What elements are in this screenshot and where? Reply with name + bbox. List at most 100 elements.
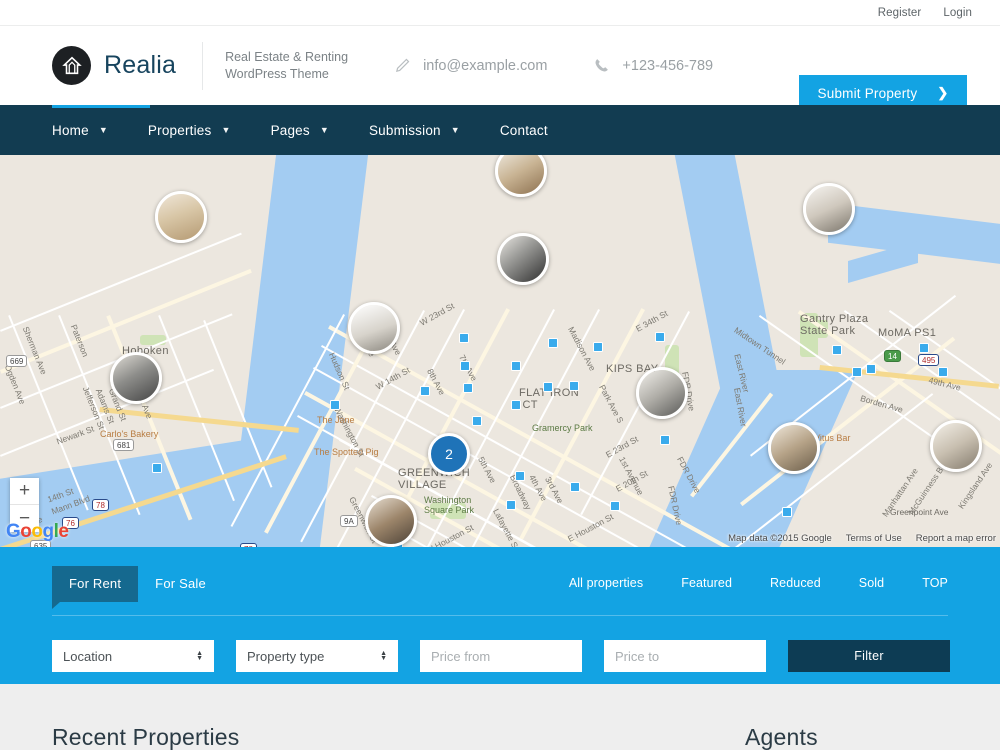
- transit-icon: [832, 345, 842, 355]
- link-top[interactable]: TOP: [922, 576, 948, 590]
- transit-icon: [610, 501, 620, 511]
- tagline-line-2: WordPress Theme: [225, 66, 329, 81]
- transit-icon: [569, 381, 579, 391]
- property-marker-lic[interactable]: [803, 183, 855, 235]
- register-link[interactable]: Register: [878, 7, 922, 19]
- route-shield-interstate: 495: [918, 354, 940, 366]
- transit-icon: [330, 400, 340, 410]
- map-cluster-marker[interactable]: 2: [428, 433, 470, 475]
- content-section-peek: Recent Properties Agents: [0, 684, 1000, 750]
- site-tagline: Real Estate & Renting WordPress Theme: [225, 49, 348, 83]
- brand-name: Realia: [104, 51, 177, 79]
- property-type-select-value: Property type: [247, 648, 325, 664]
- nav-item-properties-label: Properties: [147, 122, 212, 138]
- pencil-icon: [394, 57, 411, 74]
- main-navigation: Home ▼ Properties ▼ Pages ▼ Submission ▼…: [0, 105, 1000, 155]
- google-logo: Google: [6, 521, 69, 542]
- property-marker-williamsburg[interactable]: [768, 422, 820, 474]
- location-select-value: Location: [63, 648, 113, 664]
- map-label-gantry-plaza: Gantry Plaza State Park: [800, 313, 869, 337]
- transit-icon: [511, 400, 521, 410]
- map-poi-carlos-bakery: Carlo's Bakery: [100, 429, 159, 439]
- map-cluster-count: 2: [445, 446, 453, 462]
- tagline-line-1: Real Estate & Renting: [225, 49, 349, 64]
- property-map[interactable]: Hoboken KIPS BAY GREENWICHVILLAGE SOHO T…: [0, 155, 1000, 547]
- nav-item-properties[interactable]: Properties ▼: [148, 123, 231, 138]
- chevron-down-icon: ▼: [98, 125, 108, 135]
- transit-icon: [543, 382, 553, 392]
- tab-for-sale[interactable]: For Sale: [138, 566, 223, 602]
- transit-icon: [472, 416, 482, 426]
- property-type-select[interactable]: Property type ▲ ▼: [236, 640, 398, 672]
- route-shield-interstate: 78: [92, 499, 109, 511]
- header-phone[interactable]: +123-456-789: [593, 57, 713, 74]
- route-shield-green: 14: [884, 350, 901, 362]
- transit-icon: [459, 333, 469, 343]
- location-select[interactable]: Location ▲ ▼: [52, 640, 214, 672]
- property-marker-greenwich[interactable]: [348, 302, 400, 354]
- select-arrows-icon: ▲ ▼: [196, 650, 203, 662]
- select-arrows-icon: ▲ ▼: [380, 650, 387, 662]
- chevron-down-icon: ▼: [221, 125, 231, 135]
- price-from-input[interactable]: [420, 640, 582, 672]
- transit-icon: [460, 361, 470, 371]
- map-terms-link[interactable]: Terms of Use: [846, 533, 902, 544]
- property-marker-jersey[interactable]: [110, 352, 162, 404]
- header-phone-text: +123-456-789: [622, 57, 714, 74]
- nav-item-submission[interactable]: Submission ▼: [369, 123, 460, 138]
- phone-icon: [593, 57, 610, 74]
- property-marker-hoboken[interactable]: [155, 191, 207, 243]
- transit-icon: [866, 364, 876, 374]
- transit-icon: [660, 435, 670, 445]
- price-to-input[interactable]: [604, 640, 766, 672]
- route-shield: 9A: [340, 515, 358, 527]
- search-tabs-row: For Rent For Sale All properties Feature…: [52, 547, 948, 610]
- filter-submit-button[interactable]: Filter: [788, 640, 950, 672]
- transit-icon: [655, 332, 665, 342]
- nav-item-pages[interactable]: Pages ▼: [271, 123, 329, 138]
- property-marker-eastvillage[interactable]: [636, 367, 688, 419]
- link-reduced[interactable]: Reduced: [770, 576, 821, 590]
- map-canvas[interactable]: Hoboken KIPS BAY GREENWICHVILLAGE SOHO T…: [0, 155, 1000, 547]
- property-marker-greenpoint[interactable]: [930, 420, 982, 472]
- transit-icon: [570, 482, 580, 492]
- login-link[interactable]: Login: [943, 7, 972, 19]
- transit-icon: [938, 367, 948, 377]
- map-label-moma-ps1: MoMA PS1: [878, 327, 937, 339]
- nav-item-contact-label: Contact: [499, 122, 548, 138]
- transit-icon: [919, 343, 929, 353]
- link-featured[interactable]: Featured: [681, 576, 732, 590]
- top-utility-bar: Register Login: [0, 0, 1000, 26]
- nav-item-contact[interactable]: Contact: [500, 123, 548, 138]
- transit-icon: [515, 471, 525, 481]
- map-attribution-text: Map data ©2015 Google: [728, 533, 832, 544]
- map-zoom-in-button[interactable]: +: [10, 478, 39, 505]
- map-report-link[interactable]: Report a map error: [916, 533, 996, 544]
- chevron-down-icon: ▼: [319, 125, 329, 135]
- transit-icon: [782, 507, 792, 517]
- property-marker-flatiron[interactable]: [497, 233, 549, 285]
- nav-item-pages-label: Pages: [270, 122, 310, 138]
- property-marker-chelsea[interactable]: [495, 155, 547, 197]
- header-divider: [202, 41, 204, 90]
- agents-heading: Agents: [745, 724, 818, 750]
- map-poi-spotted-pig: The Spotted Pig: [314, 447, 379, 457]
- chevron-down-icon: ▼: [450, 125, 460, 135]
- chevron-right-icon: ❯: [937, 85, 949, 100]
- site-header: Realia Real Estate & Renting WordPress T…: [0, 26, 1000, 111]
- header-email[interactable]: info@example.com: [394, 57, 547, 74]
- transit-icon: [852, 367, 862, 377]
- brand-logo[interactable]: Realia: [52, 46, 176, 85]
- tab-for-rent[interactable]: For Rent: [52, 566, 139, 609]
- property-marker-tribeca[interactable]: [365, 495, 417, 547]
- link-sold[interactable]: Sold: [859, 576, 884, 590]
- property-search-bar: For Rent For Sale All properties Feature…: [0, 547, 1000, 684]
- nav-item-home-label: Home: [52, 122, 89, 138]
- nav-item-home[interactable]: Home ▼: [52, 123, 108, 138]
- search-form: Location ▲▼ Property type ▲▼ Filter: [52, 640, 950, 672]
- map-poi-gramercy-park: Gramercy Park: [532, 423, 593, 433]
- transit-icon: [463, 383, 473, 393]
- route-shield: 669: [6, 355, 28, 367]
- link-all-properties[interactable]: All properties: [569, 576, 643, 590]
- map-attribution: Map data ©2015 Google Terms of Use Repor…: [714, 533, 1000, 547]
